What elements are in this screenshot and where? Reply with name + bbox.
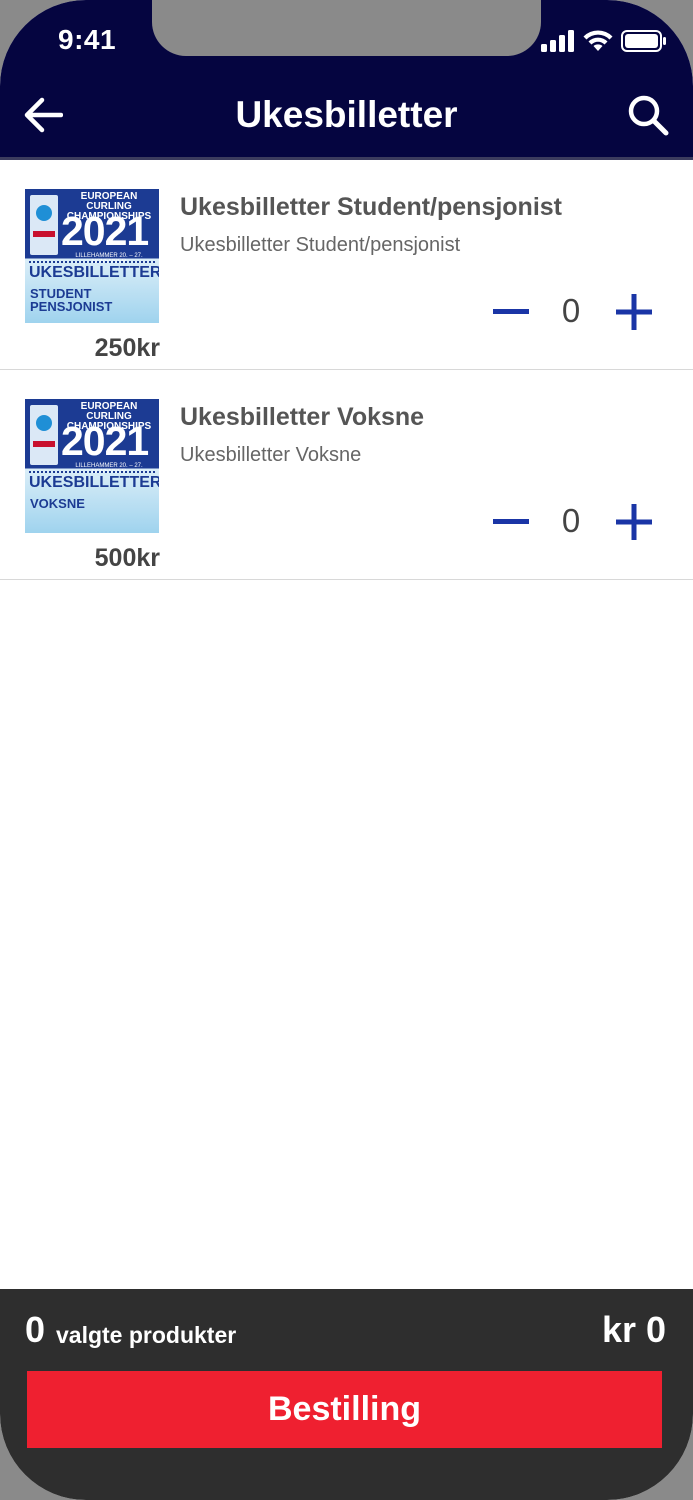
product-price: 250kr xyxy=(94,334,160,362)
status-icons xyxy=(541,30,667,52)
cellular-signal-icon xyxy=(541,30,574,52)
image-year: 2021 xyxy=(61,208,149,254)
product-title: Ukesbilletter Voksne xyxy=(180,403,425,431)
product-price: 500kr xyxy=(94,544,160,572)
image-divider xyxy=(29,471,155,473)
selected-label: valgte produkter xyxy=(56,1322,237,1348)
plus-icon xyxy=(616,504,652,540)
quantity-value: 0 xyxy=(561,292,581,329)
product-image[interactable]: EUROPEAN CURLING CHAMPIONSHIPS 2021 LILL… xyxy=(25,189,159,323)
image-ticket-type: STUDENT PENSJONIST xyxy=(30,286,113,314)
image-divider xyxy=(29,261,155,263)
cart-footer: 0 valgte produkter kr 0 Bestilling xyxy=(0,1289,693,1500)
order-button[interactable]: Bestilling xyxy=(27,1371,662,1448)
image-year: 2021 xyxy=(61,418,149,464)
device-notch xyxy=(152,0,541,56)
status-time: 9:41 xyxy=(58,24,117,55)
quantity-stepper: 0 xyxy=(490,288,660,336)
product-image[interactable]: EUROPEAN CURLING CHAMPIONSHIPS 2021 LILL… xyxy=(25,399,159,533)
decrease-button[interactable] xyxy=(490,288,532,336)
wifi-icon xyxy=(583,30,613,51)
plus-icon xyxy=(616,294,652,330)
selected-count: 0 xyxy=(25,1309,46,1350)
increase-button[interactable] xyxy=(612,288,656,336)
product-subtitle: Ukesbilletter Student/pensjonist xyxy=(180,234,461,256)
quantity-stepper: 0 xyxy=(490,498,660,546)
image-ticket-type: VOKSNE xyxy=(30,496,85,511)
product-list: EUROPEAN CURLING CHAMPIONSHIPS 2021 LILL… xyxy=(0,160,693,580)
championship-logo-icon xyxy=(30,195,58,255)
quantity-value: 0 xyxy=(561,502,581,539)
battery-icon xyxy=(621,30,666,52)
increase-button[interactable] xyxy=(612,498,656,546)
phone-screen: 9:41 Ukesbilletter EUROPEAN CURLING CHAM… xyxy=(0,0,693,1500)
minus-icon xyxy=(493,519,529,524)
image-ticket-name: UKESBILLETTER xyxy=(29,474,159,491)
minus-icon xyxy=(493,309,529,314)
search-button[interactable] xyxy=(625,92,671,138)
product-title: Ukesbilletter Student/pensjonist xyxy=(180,193,563,221)
search-icon xyxy=(628,95,669,136)
page-title: Ukesbilletter xyxy=(235,94,458,135)
decrease-button[interactable] xyxy=(490,498,532,546)
product-subtitle: Ukesbilletter Voksne xyxy=(180,444,362,466)
cart-total: kr 0 xyxy=(601,1309,666,1350)
championship-logo-icon xyxy=(30,405,58,465)
list-item: EUROPEAN CURLING CHAMPIONSHIPS 2021 LILL… xyxy=(0,160,693,370)
list-item: EUROPEAN CURLING CHAMPIONSHIPS 2021 LILL… xyxy=(0,370,693,580)
image-ticket-name: UKESBILLETTER xyxy=(29,264,159,281)
app-header: 9:41 Ukesbilletter xyxy=(0,0,693,160)
